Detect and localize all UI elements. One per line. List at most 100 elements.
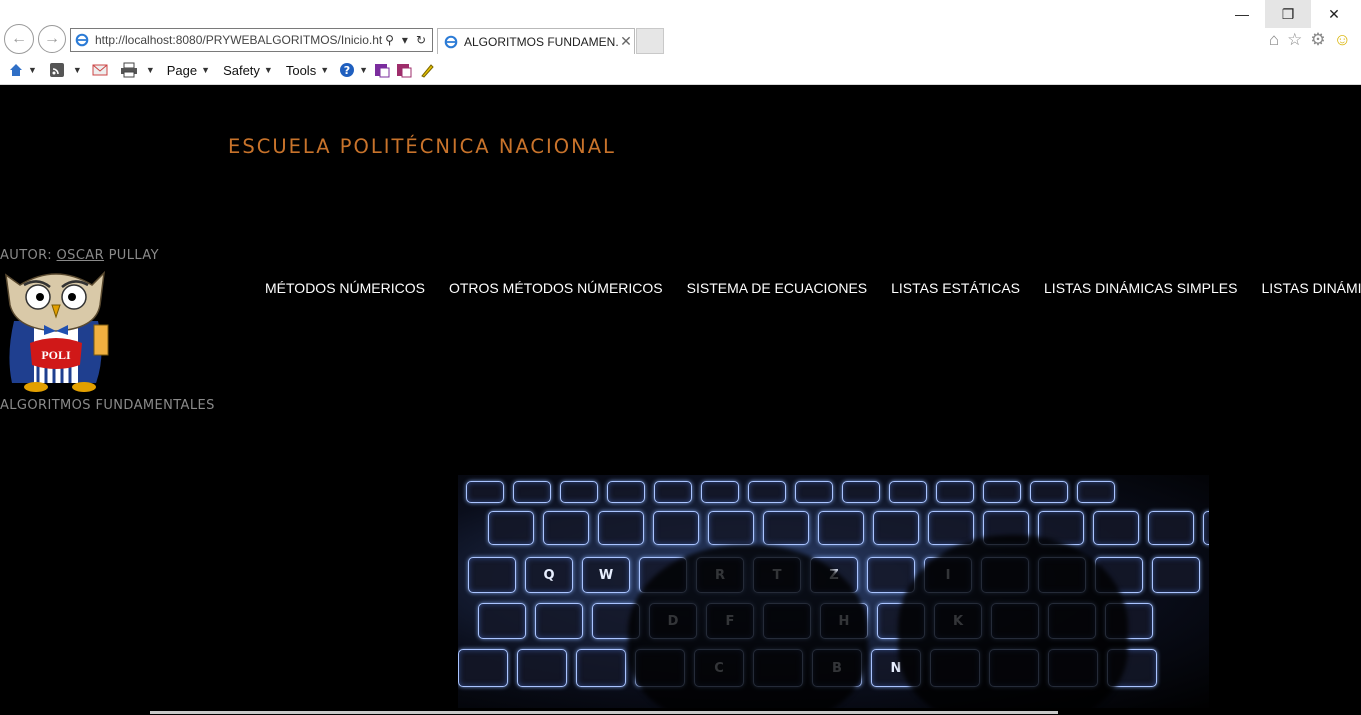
safety-menu-label: Safety xyxy=(223,62,260,78)
onenote-icon xyxy=(375,64,390,78)
keyboard-key xyxy=(535,603,583,639)
keyboard-key xyxy=(708,511,754,545)
owl-mascot-logo: POLI xyxy=(5,270,109,392)
keyboard-key xyxy=(513,481,551,503)
author-name-link[interactable]: OSCAR xyxy=(57,248,105,263)
help-menu[interactable]: ? ▼ xyxy=(339,62,368,78)
print-menu[interactable]: ▼ xyxy=(120,62,155,78)
home-icon[interactable]: ⌂ xyxy=(1269,30,1279,50)
close-tab-icon[interactable]: ✕ xyxy=(618,33,634,50)
hero-hand-left xyxy=(628,545,868,708)
keyboard-key xyxy=(560,481,598,503)
ie-page-icon xyxy=(75,33,89,47)
chevron-down-icon: ▼ xyxy=(263,65,273,75)
onenote-send-icon xyxy=(397,64,412,78)
keyboard-key xyxy=(1030,481,1068,503)
chevron-down-icon: ▼ xyxy=(201,65,211,75)
feedback-smiley-icon[interactable]: ☺ xyxy=(1334,30,1351,50)
back-arrow-icon: ← xyxy=(11,30,27,47)
minimize-button[interactable]: — xyxy=(1219,0,1265,28)
menu-item-otros-metodos-numericos[interactable]: OTROS MÉTODOS NÚMERICOS xyxy=(449,280,663,296)
keyboard-key xyxy=(607,481,645,503)
keyboard-key xyxy=(928,511,974,545)
main-menu: MÉTODOS NÚMERICOS OTROS MÉTODOS NÚMERICO… xyxy=(265,280,1361,296)
keyboard-key xyxy=(889,481,927,503)
chevron-down-icon: ▼ xyxy=(28,65,37,75)
keyboard-key xyxy=(1152,557,1200,593)
keyboard-key xyxy=(983,481,1021,503)
help-icon: ? xyxy=(340,63,355,77)
keyboard-key xyxy=(873,511,919,545)
feeds-menu[interactable]: ▼ xyxy=(49,62,82,78)
school-title: ESCUELA POLITÉCNICA NACIONAL xyxy=(228,135,616,158)
horizontal-scrollbar[interactable] xyxy=(150,711,1058,714)
onenote-button-2[interactable] xyxy=(396,62,412,78)
close-icon: ✕ xyxy=(1328,5,1340,22)
browser-chrome: ← → http://localhost:8080/PRYWEBALGORITM… xyxy=(0,0,1361,56)
forward-arrow-icon: → xyxy=(44,30,60,47)
keyboard-key xyxy=(458,649,508,687)
print-icon xyxy=(120,62,137,78)
hero-keyboard-image: QWRTZIDFHKCBN xyxy=(458,475,1209,708)
keyboard-key: Q xyxy=(525,557,573,593)
keyboard-key xyxy=(1203,511,1209,545)
keyboard-key xyxy=(748,481,786,503)
mail-button[interactable] xyxy=(92,63,108,77)
keyboard-key xyxy=(576,649,626,687)
refresh-icon[interactable]: ↻ xyxy=(416,33,426,47)
search-icon[interactable]: ⚲ xyxy=(385,33,394,47)
logo-badge-text: POLI xyxy=(41,348,71,362)
browser-tab[interactable]: ALGORITMOS FUNDAMEN... ✕ xyxy=(437,28,635,54)
author-prefix: AUTOR: xyxy=(0,248,57,263)
mail-icon xyxy=(92,64,108,76)
keyboard-key xyxy=(517,649,567,687)
address-url[interactable]: http://localhost:8080/PRYWEBALGORITMOS/I… xyxy=(95,33,385,47)
keyboard-key xyxy=(936,481,974,503)
minimize-icon: — xyxy=(1235,6,1249,22)
back-button[interactable]: ← xyxy=(4,24,34,54)
restore-button[interactable]: ❐ xyxy=(1265,0,1311,28)
onenote-button-1[interactable] xyxy=(374,62,390,78)
pencil-icon xyxy=(421,64,434,78)
tab-title: ALGORITMOS FUNDAMEN... xyxy=(464,34,618,49)
browser-right-icons: ⌂ ☆ ⚙ ☺ xyxy=(1269,30,1351,50)
keyboard-key xyxy=(818,511,864,545)
favorites-star-icon[interactable]: ☆ xyxy=(1287,30,1302,50)
chevron-down-icon: ▼ xyxy=(145,65,155,75)
address-bar[interactable]: http://localhost:8080/PRYWEBALGORITMOS/I… xyxy=(70,28,433,52)
menu-item-metodos-numericos[interactable]: MÉTODOS NÚMERICOS xyxy=(265,280,425,296)
chevron-down-icon: ▼ xyxy=(72,65,82,75)
author-line: AUTOR: OSCAR PULLAY xyxy=(0,248,159,263)
command-bar: ▼ ▼ ▼ Page ▼ Safety ▼ Tools ▼ ? ▼ xyxy=(0,56,1361,85)
tools-menu[interactable]: Tools ▼ xyxy=(286,63,329,78)
research-button[interactable] xyxy=(420,62,434,78)
svg-text:?: ? xyxy=(344,64,350,77)
keyboard-key xyxy=(543,511,589,545)
keyboard-key xyxy=(1093,511,1139,545)
close-window-button[interactable]: ✕ xyxy=(1311,0,1357,28)
page-menu[interactable]: Page ▼ xyxy=(167,63,210,78)
safety-menu[interactable]: Safety ▼ xyxy=(223,63,273,78)
web-page: ESCUELA POLITÉCNICA NACIONAL AUTOR: OSCA… xyxy=(0,85,1361,715)
keyboard-key xyxy=(598,511,644,545)
keyboard-key xyxy=(468,557,516,593)
new-tab-button[interactable] xyxy=(636,28,664,54)
keyboard-key xyxy=(466,481,504,503)
keyboard-key xyxy=(653,511,699,545)
menu-item-sistema-de-ecuaciones[interactable]: SISTEMA DE ECUACIONES xyxy=(687,280,867,296)
forward-button[interactable]: → xyxy=(38,25,66,53)
ie-tab-icon xyxy=(444,35,458,48)
menu-item-listas-dinamicas-simples[interactable]: LISTAS DINÁMICAS SIMPLES xyxy=(1044,280,1237,296)
feeds-icon xyxy=(49,63,64,77)
dropdown-icon[interactable]: ▾ xyxy=(402,33,408,47)
settings-gear-icon[interactable]: ⚙ xyxy=(1310,30,1325,50)
menu-item-listas-dinamicas-d[interactable]: LISTAS DINÁMICAS D xyxy=(1261,280,1361,296)
keyboard-key xyxy=(1077,481,1115,503)
page-menu-label: Page xyxy=(166,62,198,78)
home-menu[interactable]: ▼ xyxy=(8,62,37,78)
home-icon xyxy=(10,64,22,76)
restore-icon: ❐ xyxy=(1281,5,1295,22)
hero-hand-right xyxy=(898,535,1128,708)
author-name-rest: PULLAY xyxy=(104,248,159,263)
menu-item-listas-estaticas[interactable]: LISTAS ESTÁTICAS xyxy=(891,280,1020,296)
